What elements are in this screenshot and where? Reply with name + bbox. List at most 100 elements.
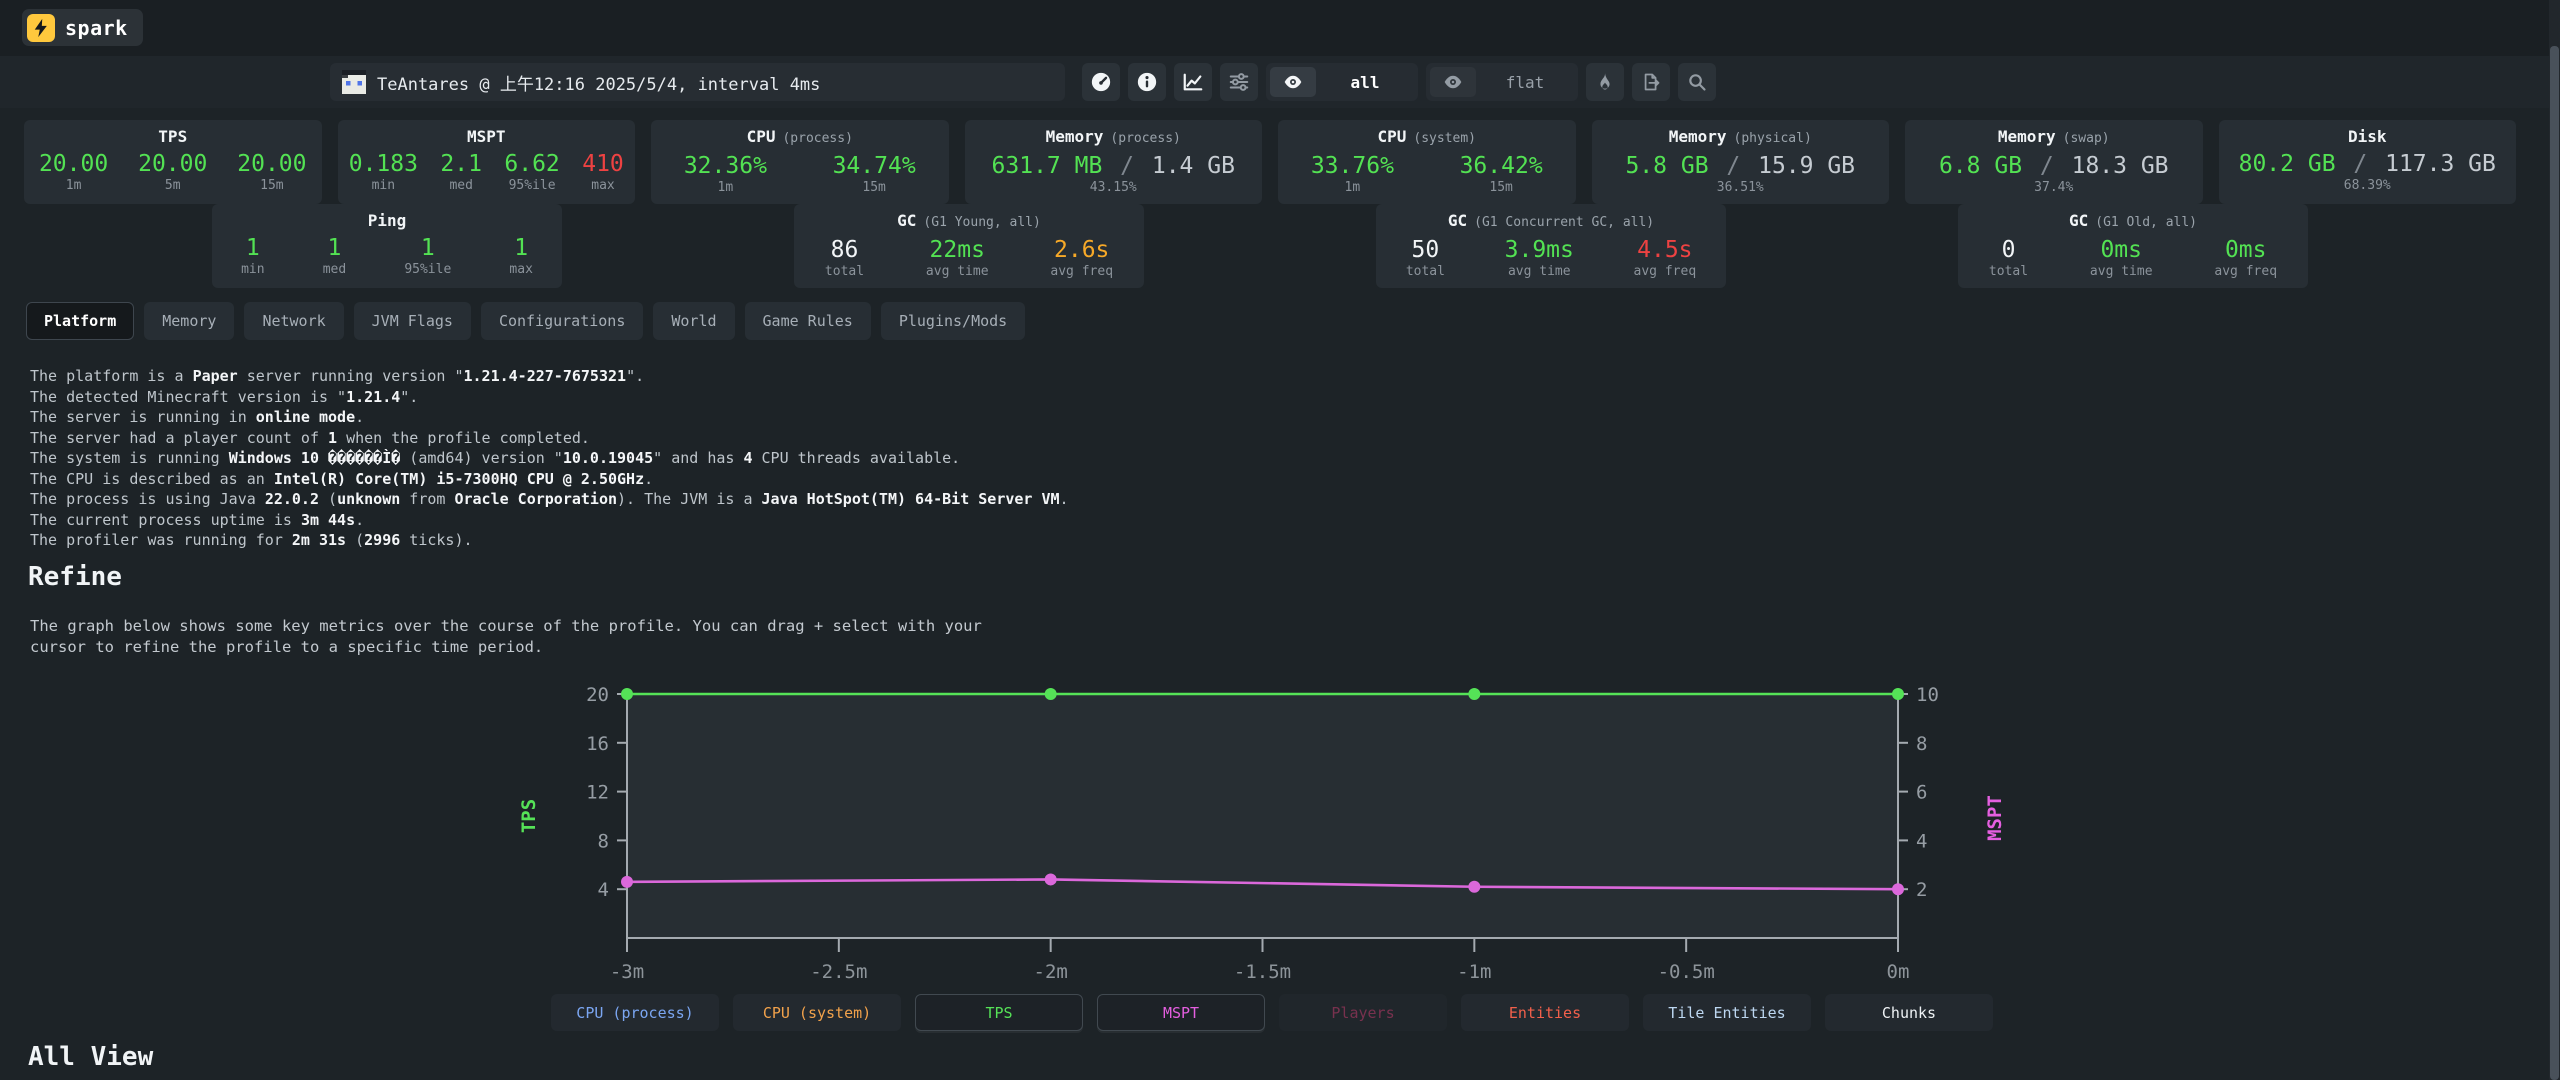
legend-players[interactable]: Players — [1279, 994, 1447, 1031]
stat-title-note: (physical) — [1734, 131, 1812, 146]
top-bar: spark — [0, 0, 2560, 56]
svg-text:-2m: -2m — [1034, 961, 1068, 983]
plain-text: The system is running — [30, 449, 229, 467]
legend-mspt[interactable]: MSPT — [1097, 994, 1265, 1031]
plain-text: " and has — [653, 449, 743, 467]
graph-button[interactable] — [1174, 63, 1212, 101]
legend-cpu-system[interactable]: CPU (system) — [733, 994, 901, 1031]
stat-value-cell: 2.1med — [440, 151, 482, 193]
svg-text:8: 8 — [598, 830, 609, 852]
stat-title-text: CPU — [1377, 127, 1406, 146]
chart-legend: CPU (process) CPU (system) TPS MSPT Players E… — [487, 994, 2057, 1031]
refine-chart[interactable]: 48121620246810-3m-2.5m-2m-1.5m-1m-0.5m0m… — [487, 668, 2057, 998]
stat-fraction-separator: / — [2026, 153, 2068, 179]
stat-value: 33.76% — [1311, 153, 1394, 179]
stat-gc-g1-old-all: GC(G1 Old, all)0total0msavg time0msavg f… — [1958, 204, 2308, 288]
stat-value-label: avg freq — [1050, 264, 1113, 279]
plain-text: ( — [346, 531, 364, 549]
stat-fraction-separator: / — [2340, 151, 2382, 177]
view-flat-toggle[interactable]: flat — [1426, 63, 1578, 101]
tab-game-rules[interactable]: Game Rules — [745, 302, 871, 340]
plot-area[interactable] — [627, 694, 1898, 938]
legend-cpu-process[interactable]: CPU (process) — [551, 994, 719, 1031]
stat-title-note: (system) — [1413, 131, 1476, 146]
tab-configurations[interactable]: Configurations — [481, 302, 643, 340]
stat-title: Memory(process) — [965, 128, 1263, 148]
tab-platform[interactable]: Platform — [26, 302, 134, 340]
stat-value-label: 15m — [1460, 180, 1543, 195]
stat-fraction-percent: 43.15% — [965, 180, 1263, 195]
spark-logo[interactable]: spark — [22, 9, 143, 46]
stat-value: 20.00 — [138, 151, 207, 177]
emphasized-text: online mode — [256, 408, 355, 426]
file-export-icon — [1641, 72, 1661, 92]
emphasized-text: Paper — [193, 367, 238, 385]
flame-button[interactable] — [1586, 63, 1624, 101]
stat-value: 0ms — [2214, 237, 2277, 263]
stat-values: 20.001m20.005m20.0015m — [24, 151, 322, 193]
stat-title-text: MSPT — [467, 127, 506, 146]
stat-value-label: avg freq — [2214, 264, 2277, 279]
stat-value: 1 — [404, 235, 451, 261]
emphasized-text: Java HotSpot(TM) 64-Bit Server VM — [762, 490, 1060, 508]
legend-tps[interactable]: TPS — [915, 994, 1083, 1031]
tab-world[interactable]: World — [653, 302, 734, 340]
platform-info-line: The server had a player count of 1 when … — [30, 428, 1069, 449]
stat-title-note: (swap) — [2063, 131, 2110, 146]
stat-value-label: med — [440, 178, 482, 193]
stat-value-label: 15m — [833, 180, 916, 195]
legend-entities[interactable]: Entities — [1461, 994, 1629, 1031]
stat-value-cell: 195%ile — [404, 235, 451, 277]
plain-text: ). The JVM is a — [617, 490, 762, 508]
stat-value-label: max — [509, 262, 532, 277]
emphasized-text: 3m 44s — [301, 511, 355, 529]
stat-value-cell: 34.74%15m — [833, 153, 916, 195]
tab-jvm-flags[interactable]: JVM Flags — [354, 302, 471, 340]
stat-value-cell: 22msavg time — [926, 237, 989, 279]
stat-cpu-process: CPU(process)32.36%1m34.74%15m — [651, 120, 949, 204]
tab-plugins-mods[interactable]: Plugins/Mods — [881, 302, 1025, 340]
search-button[interactable] — [1678, 63, 1716, 101]
stat-value-cell: 50total — [1406, 237, 1445, 279]
svg-text:4: 4 — [598, 879, 609, 901]
stat-values: 50total3.9msavg time4.5savg freq — [1376, 237, 1726, 279]
stat-value-cell: 20.0015m — [237, 151, 306, 193]
plain-text: The process is using Java — [30, 490, 265, 508]
svg-text:10: 10 — [1916, 684, 1939, 706]
eye-icon — [1430, 67, 1476, 97]
stat-value: 2.6s — [1050, 237, 1113, 263]
stat-title: CPU(process) — [651, 128, 949, 148]
stat-fraction: 5.8 GB / 15.9 GB — [1592, 153, 1890, 179]
settings-button[interactable] — [1220, 63, 1258, 101]
legend-tile-entities[interactable]: Tile Entities — [1643, 994, 1811, 1031]
stat-value: 1 — [241, 235, 264, 261]
stat-memory-physical: Memory(physical)5.8 GB / 15.9 GB36.51% — [1592, 120, 1890, 204]
view-all-toggle[interactable]: all — [1266, 63, 1418, 101]
stat-disk: Disk80.2 GB / 117.3 GB68.39% — [2219, 120, 2517, 204]
stat-memory-process: Memory(process)631.7 MB / 1.4 GB43.15% — [965, 120, 1263, 204]
gauge-button[interactable] — [1082, 63, 1120, 101]
legend-chunks[interactable]: Chunks — [1825, 994, 1993, 1031]
tab-network[interactable]: Network — [244, 302, 343, 340]
scrollbar-thumb[interactable] — [2550, 46, 2559, 1080]
stat-title: GC(G1 Old, all) — [1958, 212, 2308, 232]
stat-value: 36.42% — [1460, 153, 1543, 179]
svg-text:-3m: -3m — [610, 961, 644, 983]
svg-text:MSPT: MSPT — [1984, 795, 2006, 841]
lightning-bolt-icon — [27, 14, 55, 42]
stat-value: 50 — [1406, 237, 1445, 263]
stat-title: Ping — [212, 212, 562, 230]
stat-title-text: Disk — [2348, 127, 2387, 146]
stat-value-label: max — [582, 178, 624, 193]
stat-value-cell: 4.5savg freq — [1634, 237, 1697, 279]
stat-value-label: avg time — [1505, 264, 1574, 279]
plain-text: server running version " — [238, 367, 464, 385]
stat-title-text: CPU — [747, 127, 776, 146]
stat-value: 34.74% — [833, 153, 916, 179]
tab-memory[interactable]: Memory — [144, 302, 234, 340]
info-button[interactable] — [1128, 63, 1166, 101]
title-bar: TeAntares @ 上午12:16 2025/5/4, interval 4… — [0, 56, 2560, 108]
export-button[interactable] — [1632, 63, 1670, 101]
svg-text:0m: 0m — [1887, 961, 1910, 983]
sliders-icon — [1228, 71, 1250, 93]
